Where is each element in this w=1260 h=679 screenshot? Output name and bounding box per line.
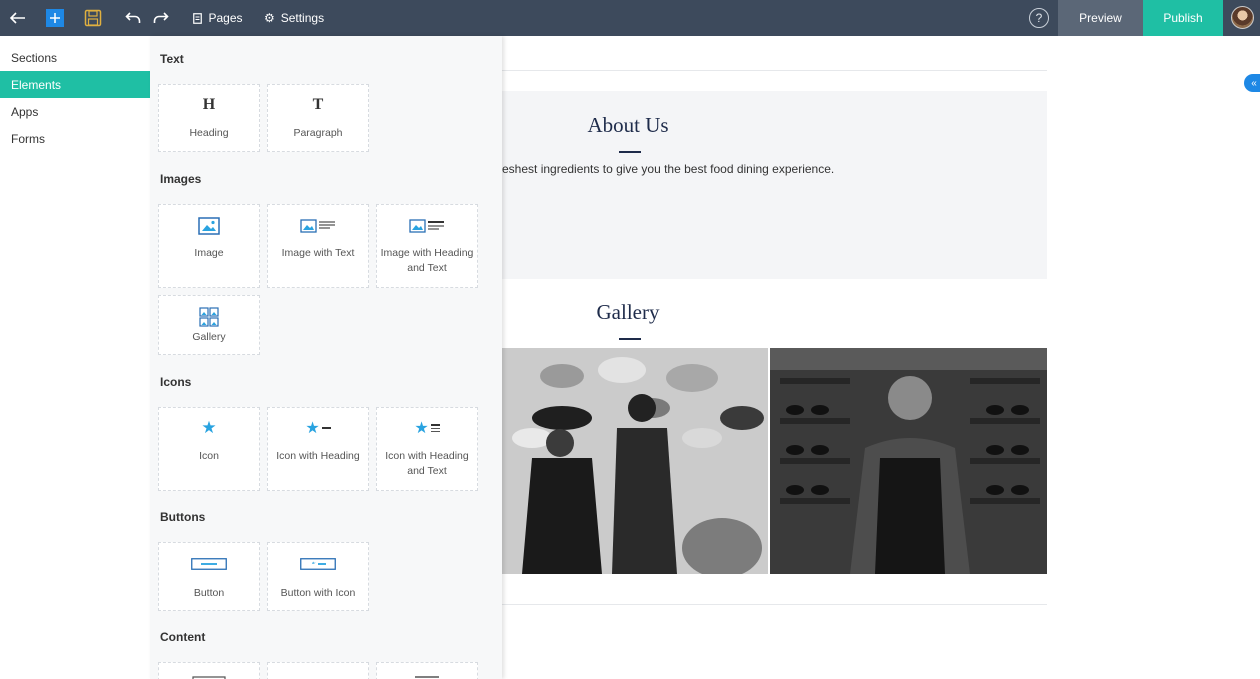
redo-button[interactable] xyxy=(152,0,170,36)
element-icon-with-heading-and-text[interactable]: ★ Icon with Heading and Text xyxy=(376,407,478,491)
star-heading-text-icon: ★ xyxy=(414,419,440,437)
pages-menu[interactable]: Pages xyxy=(192,0,244,36)
element-label: Heading xyxy=(189,127,229,139)
gallery-photo-shopkeeper[interactable] xyxy=(770,348,1047,574)
avatar[interactable] xyxy=(1231,6,1254,29)
left-sidebar: Sections Elements Apps Forms xyxy=(0,36,150,679)
undo-icon xyxy=(125,12,141,23)
redo-icon xyxy=(153,12,169,23)
undo-button[interactable] xyxy=(124,0,142,36)
settings-menu[interactable]: ⚙ Settings xyxy=(263,0,325,36)
element-image-with-heading-and-text[interactable]: Image with Heading and Text xyxy=(376,204,478,288)
button-icon xyxy=(191,558,227,570)
button-with-icon-icon xyxy=(300,558,336,570)
element-label: Image with Heading and Text xyxy=(380,247,474,274)
back-button[interactable] xyxy=(6,0,30,36)
element-icon-with-heading[interactable]: ★ Icon with Heading xyxy=(267,407,369,491)
content-icon xyxy=(415,676,439,678)
element-content-3[interactable] xyxy=(376,662,478,679)
section-title-text: Text xyxy=(160,52,184,66)
element-icon[interactable]: ★ Icon xyxy=(158,407,260,491)
section-title-images: Images xyxy=(160,172,202,186)
element-label: Icon xyxy=(199,450,219,462)
section-title-content: Content xyxy=(160,630,206,644)
collapse-panel-button[interactable]: « xyxy=(1244,74,1260,92)
image-with-heading-icon xyxy=(409,219,444,233)
gallery-icon xyxy=(199,307,219,327)
element-label: Image xyxy=(194,247,224,259)
sidebar-item-forms[interactable]: Forms xyxy=(0,125,150,152)
save-icon xyxy=(84,9,102,27)
double-chevron-left-icon: « xyxy=(1251,77,1257,89)
help-icon[interactable]: ? xyxy=(1029,8,1049,28)
top-toolbar: Pages ⚙ Settings ? Preview Publish xyxy=(0,0,1260,36)
element-button[interactable]: Button xyxy=(158,542,260,611)
element-label: Button xyxy=(193,587,225,599)
image-icon xyxy=(198,217,220,235)
element-label: Paragraph xyxy=(293,127,343,139)
gallery-heading: Gallery xyxy=(596,300,660,324)
about-underline xyxy=(619,151,641,153)
star-icon: ★ xyxy=(201,418,217,437)
element-image[interactable]: Image xyxy=(158,204,260,288)
element-label: Button with Icon xyxy=(280,587,356,599)
divider xyxy=(502,604,1047,605)
divider xyxy=(502,70,1047,71)
heading-icon: H xyxy=(202,96,216,113)
element-button-with-icon[interactable]: Button with Icon xyxy=(267,542,369,611)
preview-button[interactable]: Preview xyxy=(1058,0,1143,36)
section-title-buttons: Buttons xyxy=(160,510,206,524)
image-with-text-icon xyxy=(300,219,335,233)
page-icon xyxy=(193,12,203,24)
save-button[interactable] xyxy=(83,0,103,36)
content-icon xyxy=(192,676,226,679)
element-label: Icon with Heading xyxy=(276,450,360,462)
element-heading[interactable]: H Heading xyxy=(158,84,260,152)
star-heading-icon: ★ xyxy=(305,419,331,437)
back-arrow-icon xyxy=(10,12,25,24)
element-content-1[interactable] xyxy=(158,662,260,679)
about-heading: About Us xyxy=(587,113,669,137)
paragraph-icon: T xyxy=(312,96,324,113)
plus-icon xyxy=(46,9,64,27)
element-image-with-text[interactable]: Image with Text xyxy=(267,204,369,288)
element-content-2[interactable] xyxy=(267,662,369,679)
about-text: eshest ingredients to give you the best … xyxy=(502,162,835,176)
element-label: Gallery xyxy=(192,331,226,343)
element-gallery[interactable]: Gallery xyxy=(158,295,260,355)
element-paragraph[interactable]: T Paragraph xyxy=(267,84,369,152)
gallery-photo-hats[interactable] xyxy=(502,348,768,574)
pages-label: Pages xyxy=(208,11,243,25)
sidebar-item-apps[interactable]: Apps xyxy=(0,98,150,125)
settings-label: Settings xyxy=(280,11,325,25)
sidebar-item-elements[interactable]: Elements xyxy=(0,71,150,98)
gear-icon: ⚙ xyxy=(263,11,275,25)
publish-button[interactable]: Publish xyxy=(1143,0,1223,36)
elements-panel: Text H Heading T Paragraph Images Image … xyxy=(150,36,502,679)
add-element-button[interactable] xyxy=(46,0,64,36)
gallery-underline xyxy=(619,338,641,340)
section-title-icons: Icons xyxy=(160,375,192,389)
element-label: Icon with Heading and Text xyxy=(385,450,469,477)
element-label: Image with Text xyxy=(281,247,355,259)
sidebar-item-sections[interactable]: Sections xyxy=(0,44,150,71)
